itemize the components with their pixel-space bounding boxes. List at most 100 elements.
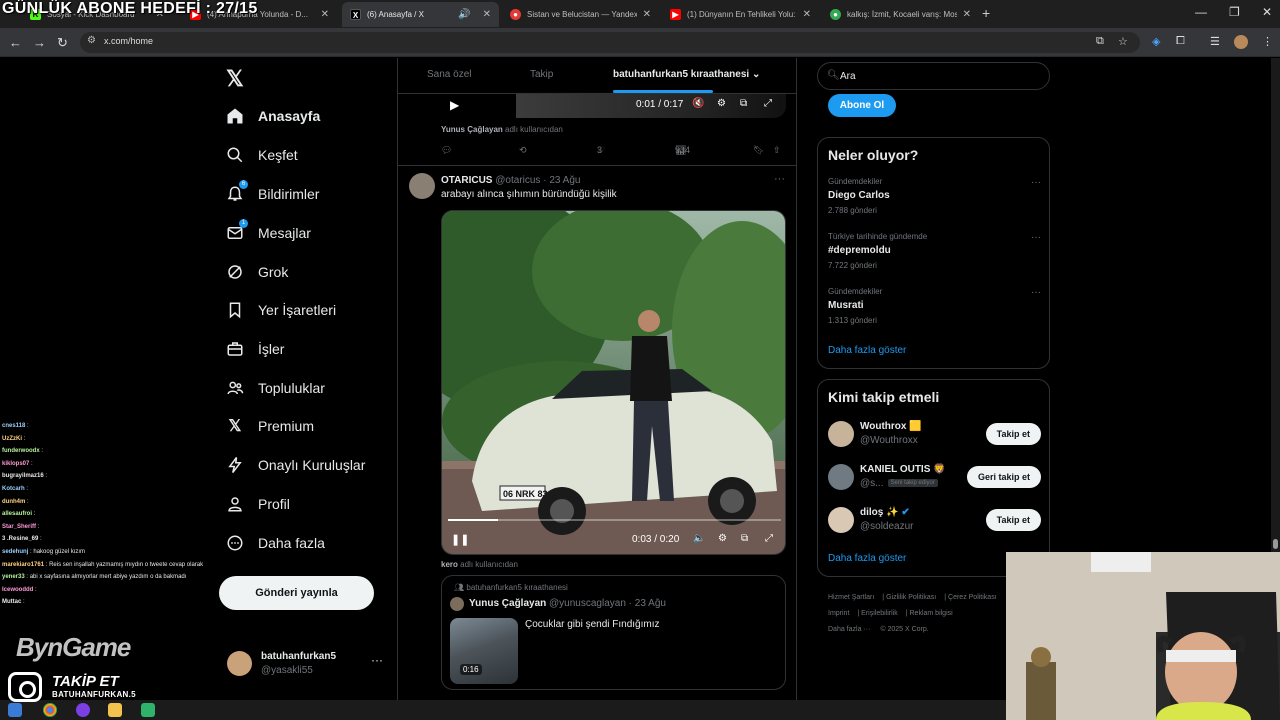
footer-link[interactable]: Daha fazla ··· — [828, 626, 870, 633]
author-handle[interactable]: @otaricus — [495, 175, 540, 186]
subscribe-button[interactable]: Abone Ol — [828, 94, 896, 117]
avatar — [828, 464, 854, 490]
nav-item-messages[interactable]: 1 Mesajlar — [226, 218, 311, 248]
nav-item-home[interactable]: Anasayfa — [226, 101, 320, 131]
avatar[interactable] — [409, 173, 435, 199]
show-more-suggestions-link[interactable]: Daha fazla göster — [828, 553, 906, 564]
footer-link[interactable]: Erişilebilirlik — [861, 610, 898, 617]
volume-icon[interactable]: 🔈 — [693, 533, 705, 544]
star-icon[interactable]: ☆ — [1118, 35, 1128, 48]
nav-item-explore[interactable]: Keşfet — [226, 140, 298, 170]
speaker-icon[interactable]: 🔊 — [458, 9, 470, 20]
forward-icon[interactable]: → — [33, 35, 46, 50]
post-button[interactable]: Gönderi yayınla — [219, 576, 374, 610]
nav-item-notifications[interactable]: 6 Bildirimler — [226, 179, 319, 209]
footer-link[interactable]: Çerez Politikası — [948, 594, 997, 601]
follow-button[interactable]: Takip et — [985, 509, 1041, 531]
follow-suggestion[interactable]: KANIEL OUTIS 🦁 @s... Seni takip ediyor Ge… — [828, 461, 1041, 495]
more-icon[interactable]: ··· — [1031, 232, 1041, 243]
bookmark-icon[interactable]: 🔖︎ — [753, 145, 764, 156]
new-tab-button[interactable]: + — [982, 5, 990, 21]
browser-tab[interactable]: ● kalkış: İzmit, Kocaeli varış: Mosk ✕ — [822, 2, 979, 27]
extension-icon[interactable]: ◈ — [1152, 35, 1160, 48]
footer-link[interactable]: Imprint — [828, 610, 849, 617]
tweet-date[interactable]: 23 Ağu — [549, 175, 580, 186]
reply-icon[interactable]: 💬︎ — [441, 145, 452, 156]
trend-item[interactable]: Gündemdekiler Musrati 1.313 gönderi ··· — [828, 287, 1041, 335]
minimize-icon[interactable]: — — [1195, 5, 1207, 19]
nav-item-bookmarks[interactable]: Yer İşaretleri — [226, 295, 336, 325]
nav-item-jobs[interactable]: İşler — [226, 334, 284, 364]
nav-item-grok[interactable]: Grok — [226, 257, 288, 287]
fullscreen-icon[interactable]: ⤢ — [765, 533, 773, 544]
reading-list-icon[interactable]: ☰ — [1210, 35, 1220, 48]
avatar — [828, 507, 854, 533]
footer-link[interactable]: Gizlilik Politikası — [886, 594, 936, 601]
repost-icon[interactable]: ⟲ — [519, 145, 527, 156]
more-icon[interactable]: ··· — [371, 653, 383, 667]
settings-icon[interactable]: ⚙ — [717, 98, 726, 109]
pip-icon[interactable]: ⧉ — [741, 533, 748, 544]
share-icon[interactable]: ⇧ — [773, 145, 781, 156]
settings-icon[interactable]: ⚙ — [718, 533, 727, 544]
close-icon[interactable]: ✕ — [643, 9, 651, 20]
follow-button[interactable]: Takip et — [985, 423, 1041, 445]
tweet-actions: 💬︎ ⟲ ♡ 3 📊︎ 934 🔖︎ ⇧ — [441, 145, 781, 156]
pip-icon[interactable]: ⧉ — [740, 98, 747, 109]
tab-for-you[interactable]: Sana özel — [427, 69, 471, 80]
account-switcher[interactable]: batuhanfurkan5 @yasakli55 ··· — [227, 649, 387, 681]
start-icon[interactable] — [8, 703, 22, 717]
author-name[interactable]: OTARICUS — [441, 175, 492, 186]
play-icon[interactable]: ▶ — [450, 98, 459, 112]
show-more-trends-link[interactable]: Daha fazla göster — [828, 345, 906, 356]
close-window-icon[interactable]: ✕ — [1262, 5, 1272, 19]
tab-following[interactable]: Takip — [530, 69, 553, 80]
trend-item[interactable]: Gündemdekiler Diego Carlos 2.788 gönderi… — [828, 177, 1041, 225]
follow-back-button[interactable]: Geri takip et — [966, 466, 1041, 488]
install-app-icon[interactable]: ⧉ — [1096, 35, 1104, 48]
obs-icon[interactable] — [76, 703, 90, 717]
close-icon[interactable]: ✕ — [803, 9, 811, 20]
site-info-icon[interactable]: ⚙ — [87, 35, 96, 46]
x-logo-icon[interactable]: 𝕏 — [226, 66, 244, 92]
follow-suggestion[interactable]: diloş ✨ ✔ @soldeazur Takip et — [828, 504, 1041, 538]
back-icon[interactable]: ← — [9, 35, 22, 50]
tab-community[interactable]: batuhanfurkan5 kıraathanesi ⌄ — [613, 69, 760, 80]
footer-link[interactable]: Reklam bilgisi — [910, 610, 953, 617]
pause-icon[interactable]: ❚❚ — [451, 533, 469, 546]
more-icon[interactable]: ··· — [774, 173, 785, 185]
nav-item-verified-orgs[interactable]: Onaylı Kuruluşlar — [226, 450, 365, 480]
avatar — [227, 651, 252, 676]
profile-avatar[interactable] — [1234, 35, 1248, 49]
follow-suggestion[interactable]: Wouthrox 🟨 @Wouthroxx Takip et — [828, 418, 1041, 452]
close-icon[interactable]: ✕ — [483, 9, 491, 20]
more-icon[interactable]: ··· — [1031, 287, 1041, 298]
video-thumbnail[interactable]: 0:16 — [450, 618, 518, 684]
trend-item[interactable]: Türkiye tarihinde gündemde #depremoldu 7… — [828, 232, 1041, 280]
close-icon[interactable]: ✕ — [963, 9, 971, 20]
search-input[interactable]: 🔍︎ Ara — [817, 62, 1050, 90]
restore-icon[interactable]: ❐ — [1229, 5, 1240, 19]
app-icon[interactable] — [141, 703, 155, 717]
close-icon[interactable]: ✕ — [321, 9, 329, 20]
video-progress-track[interactable] — [448, 519, 781, 521]
browser-tab[interactable]: ▶ (1) Dünyanın En Tehlikeli Yolu: ✕ — [662, 2, 819, 27]
mute-icon[interactable]: 🔇 — [692, 98, 704, 109]
trends-panel: Neler oluyor? Gündemdekiler Diego Carlos… — [817, 137, 1050, 369]
reload-icon[interactable]: ↻ — [57, 35, 68, 51]
browser-tab-active[interactable]: X (6) Anasayfa / X 🔊 ✕ — [342, 2, 499, 27]
more-icon[interactable]: ··· — [1031, 177, 1041, 188]
fullscreen-icon[interactable]: ⤢ — [764, 98, 772, 109]
folder-icon[interactable] — [108, 703, 122, 717]
menu-icon[interactable]: ⋮ — [1262, 35, 1273, 48]
extensions-icon[interactable]: ⧠ — [1176, 35, 1185, 48]
nav-item-communities[interactable]: Topluluklar — [226, 373, 325, 403]
scrollbar-thumb[interactable] — [1273, 539, 1278, 549]
tweet-video[interactable]: 06 NRK 83 ❚❚ 0:03 / 0:20 🔈 ⚙ ⧉ ⤢ — [441, 210, 786, 555]
chat-username: bugrayilmaz16 — [2, 473, 44, 480]
footer-link[interactable]: Hizmet Şartları — [828, 594, 874, 601]
quoted-tweet[interactable]: 👥︎ batuhanfurkan5 kıraathanesi Yunus Çağ… — [441, 575, 786, 690]
url-field[interactable]: ⚙ x.com/home — [80, 32, 1140, 53]
browser-tab[interactable]: ● Sistan ve Belucistan — Yandex M ✕ — [502, 2, 659, 27]
chrome-icon[interactable] — [43, 703, 57, 717]
